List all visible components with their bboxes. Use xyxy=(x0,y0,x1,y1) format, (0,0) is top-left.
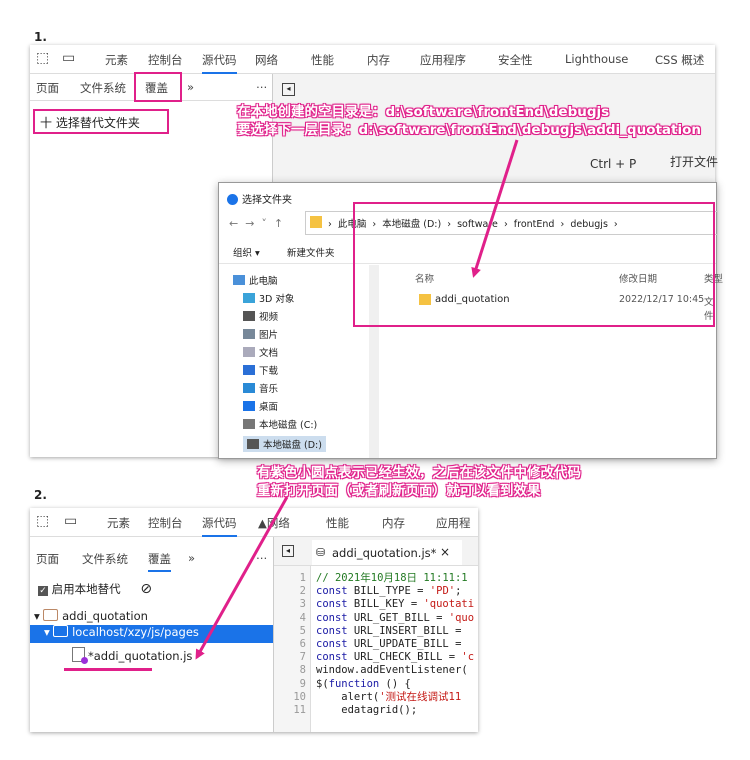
arrow-to-file xyxy=(195,496,289,660)
arrow-to-folder xyxy=(471,139,519,278)
annotation-arrows xyxy=(195,139,519,660)
